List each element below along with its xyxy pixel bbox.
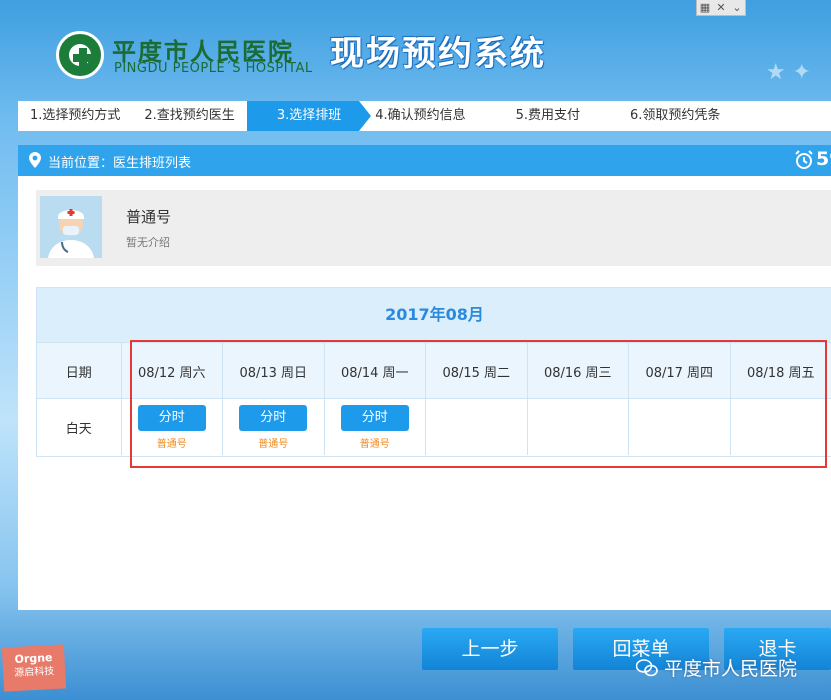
slot-cell-empty [731, 399, 831, 455]
step-4: 4.确认预约信息 [375, 108, 466, 123]
step-5: 5.费用支付 [515, 108, 581, 123]
close-icon[interactable]: ✕ [713, 0, 729, 15]
slot-cell-empty [426, 399, 528, 455]
vendor-brand: Orgne [14, 651, 53, 666]
slot-row: 白天 分时 普通号 分时 普通号 分时 普通号 [37, 398, 831, 455]
alarm-clock-icon [795, 150, 813, 169]
slot-cell: 分时 普通号 [122, 399, 223, 455]
wechat-icon [636, 658, 658, 676]
date-cell: 08/13 周日 [223, 343, 325, 399]
countdown-timer: 59 [816, 148, 831, 170]
grid-icon[interactable]: ▦ [697, 0, 713, 15]
watermark-text: 平度市人民医院 [664, 658, 798, 680]
slot-cell-empty [528, 399, 629, 455]
date-cell: 08/12 周六 [122, 343, 223, 399]
vendor-name: 源启科技 [13, 665, 55, 680]
vendor-badge: Orgne 源启科技 [1, 644, 67, 692]
schedule-table: 2017年08月 日期 08/12 周六 08/13 周日 08/14 周一 0… [36, 287, 831, 457]
location-label: 当前位置： [48, 156, 114, 171]
date-cell: 08/18 周五 [731, 343, 831, 399]
date-cell: 08/14 周一 [325, 343, 426, 399]
step-1: 1.选择预约方式 [30, 108, 121, 123]
month-header: 2017年08月 [37, 288, 831, 342]
step-2: 2.查找预约医生 [144, 108, 235, 123]
step-progress-bar: 1.选择预约方式 2.查找预约医生 3.选择排班 4.确认预约信息 5.费用支付… [18, 101, 831, 131]
slot-cell-empty [629, 399, 731, 455]
location-pin-icon [29, 152, 41, 168]
window-controls[interactable]: ▦ ✕ ⌄ [696, 0, 746, 16]
date-row: 日期 08/12 周六 08/13 周日 08/14 周一 08/15 周二 0… [37, 342, 831, 399]
doctor-avatar [40, 196, 102, 258]
slot-row-label: 白天 [37, 399, 122, 455]
header: 平度市人民医院 PINGDU PEOPLE´S HOSPITAL 现场预约系统 … [0, 0, 831, 100]
time-slot-button[interactable]: 分时 [340, 404, 409, 431]
step-6: 6.领取预约凭条 [630, 108, 721, 123]
slot-cell: 分时 普通号 [223, 399, 325, 455]
system-title: 现场预约系统 [330, 34, 546, 74]
main-panel: 普通号 暂无介绍 2017年08月 日期 08/12 周六 08/13 周日 0… [18, 176, 831, 610]
wechat-watermark: 平度市人民医院 [636, 654, 797, 681]
date-cell: 08/17 周四 [629, 343, 731, 399]
slot-type-label: 普通号 [258, 438, 289, 450]
date-cell: 08/16 周三 [528, 343, 629, 399]
doctor-intro: 暂无介绍 [126, 236, 170, 249]
hospital-logo [56, 31, 104, 79]
slot-type-label: 普通号 [359, 438, 390, 450]
location-value: 医生排班列表 [113, 156, 192, 171]
doctor-card: 普通号 暂无介绍 [36, 190, 831, 266]
time-slot-button[interactable]: 分时 [239, 404, 308, 431]
slot-cell: 分时 普通号 [325, 399, 426, 455]
slot-type-label: 普通号 [156, 438, 187, 450]
nurse-icon [40, 196, 102, 258]
star-decoration-icon: ★ ✦ [765, 60, 811, 85]
prev-step-button[interactable]: 上一步 [422, 628, 558, 670]
step-3-active: 3.选择排班 [246, 101, 372, 131]
hospital-name-en: PINGDU PEOPLE´S HOSPITAL [114, 61, 313, 76]
date-row-label: 日期 [37, 343, 122, 399]
date-cell: 08/15 周二 [426, 343, 528, 399]
chevron-down-icon[interactable]: ⌄ [729, 0, 745, 15]
location-bar: 当前位置： 医生排班列表 59 [18, 145, 831, 176]
doctor-title: 普通号 [126, 208, 172, 226]
time-slot-button[interactable]: 分时 [137, 404, 206, 431]
